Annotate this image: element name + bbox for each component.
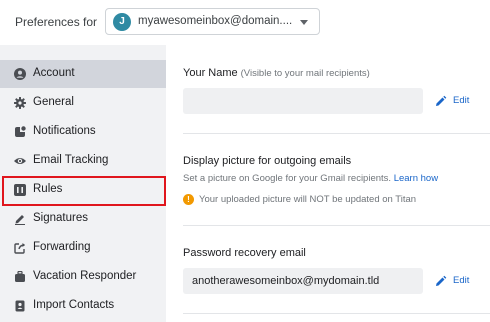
signature-pen-icon	[15, 215, 25, 225]
sidebar-item-label: Vacation Responder	[33, 270, 137, 282]
recovery-email-title: Password recovery email	[183, 247, 306, 259]
edit-label: Edit	[453, 275, 470, 286]
sidebar-item-label: General	[33, 96, 74, 108]
sidebar-item-label: Account	[33, 67, 75, 79]
sidebar-item-general[interactable]: General	[0, 89, 166, 117]
sidebar-item-notifications[interactable]: Notifications	[0, 118, 166, 146]
recovery-email-value: anotherawesomeinbox@mydomain.tld	[192, 275, 380, 287]
preferences-label: Preferences for	[15, 15, 98, 29]
section-divider	[183, 133, 490, 134]
preferences-header: Preferences for J myawesomeinbox@domain.…	[0, 0, 490, 45]
learn-how-link[interactable]: Learn how	[394, 173, 438, 184]
your-name-field[interactable]	[183, 88, 423, 114]
warning-text: Your uploaded picture will NOT be update…	[199, 194, 417, 205]
sidebar-item-label: Signatures	[33, 212, 88, 224]
display-picture-title: Display picture for outgoing emails	[183, 155, 352, 167]
avatar: J	[113, 13, 131, 31]
sidebar-item-import-contacts[interactable]: Import Contacts	[0, 292, 166, 320]
account-selector[interactable]: J myawesomeinbox@domain....	[105, 8, 320, 35]
edit-label: Edit	[453, 95, 470, 106]
pencil-icon	[436, 275, 447, 286]
sidebar-item-email-tracking[interactable]: Email Tracking	[0, 147, 166, 175]
section-title-text: Your Name	[183, 67, 238, 79]
section-divider	[183, 225, 490, 226]
sidebar-item-label: Email Tracking	[33, 154, 109, 166]
sidebar-item-vacation-responder[interactable]: Vacation Responder	[0, 263, 166, 291]
user-circle-icon	[14, 68, 26, 80]
pencil-icon	[436, 95, 447, 106]
display-picture-warning: ! Your uploaded picture will NOT be upda…	[183, 194, 463, 206]
sidebar-item-account[interactable]: Account	[0, 60, 166, 88]
description-text: Set a picture on Google for your Gmail r…	[183, 173, 392, 184]
warning-icon: !	[183, 194, 194, 205]
your-name-title: Your Name (Visible to your mail recipient…	[183, 67, 370, 79]
forward-icon	[14, 243, 25, 254]
account-email: myawesomeinbox@domain....	[138, 15, 293, 27]
notification-icon	[15, 126, 26, 137]
gear-icon	[14, 97, 26, 109]
sidebar-item-label: Forwarding	[33, 241, 91, 253]
sidebar-item-label: Notifications	[33, 125, 96, 137]
settings-sidebar: Account General Notifications Email Trac…	[0, 45, 166, 322]
section-divider	[183, 313, 490, 314]
account-settings-panel: Your Name (Visible to your mail recipient…	[166, 45, 490, 322]
sidebar-item-signatures[interactable]: Signatures	[0, 205, 166, 233]
eye-icon	[14, 158, 26, 164]
rules-highlight-box	[2, 176, 166, 206]
display-picture-description: Set a picture on Google for your Gmail r…	[183, 173, 438, 184]
contact-import-icon	[15, 300, 25, 312]
recovery-email-field[interactable]: anotherawesomeinbox@mydomain.tld	[183, 268, 423, 294]
suitcase-icon	[15, 271, 25, 282]
chevron-down-icon	[300, 20, 308, 25]
sidebar-item-forwarding[interactable]: Forwarding	[0, 234, 166, 262]
your-name-hint: (Visible to your mail recipients)	[240, 68, 370, 79]
sidebar-item-label: Import Contacts	[33, 299, 115, 311]
